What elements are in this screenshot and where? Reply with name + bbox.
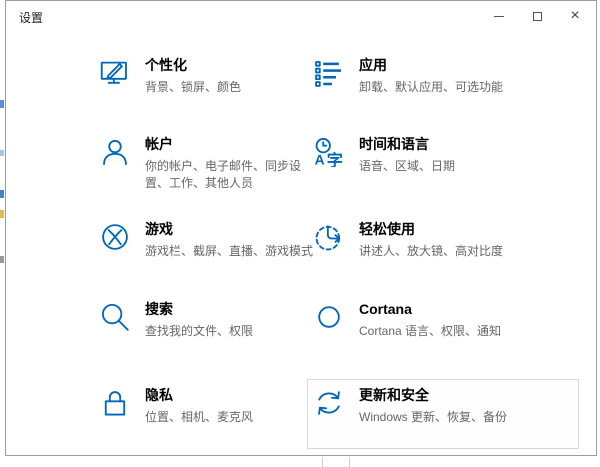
tile-personalization[interactable]: 个性化 背景、锁屏、颜色 (100, 57, 332, 96)
window-title: 设置 (19, 11, 44, 25)
tile-subtitle: 卸载、默认应用、可选功能 (359, 80, 504, 94)
update-security-icon (314, 388, 346, 420)
cortana-icon (314, 302, 346, 334)
tile-cortana[interactable]: Cortana Cortana 语言、权限、通知 (314, 301, 546, 340)
tile-title: 搜索 (145, 301, 173, 317)
tile-title: 个性化 (145, 57, 187, 73)
tile-subtitle: 游戏栏、截屏、直播、游戏模式 (145, 244, 314, 258)
tile-subtitle: 位置、相机、麦克风 (145, 410, 254, 424)
tile-title: 隐私 (145, 387, 173, 403)
tile-subtitle: Windows 更新、恢复、备份 (359, 410, 508, 424)
personalization-icon (100, 58, 132, 90)
tile-update-security[interactable]: 更新和安全 Windows 更新、恢复、备份 (314, 387, 546, 426)
desktop-icon-fragment (0, 190, 4, 198)
ease-of-access-icon (314, 222, 346, 254)
titlebar[interactable]: 设置 × (6, 1, 596, 31)
tile-subtitle: 你的帐户、电子邮件、同步设置、工作、其他人员 (145, 159, 302, 191)
tile-title: 轻松使用 (359, 221, 415, 237)
gaming-icon (100, 222, 132, 254)
tile-title: Cortana (359, 301, 412, 317)
svg-text:字: 字 (327, 151, 343, 167)
accounts-icon (100, 137, 132, 169)
search-icon (100, 302, 132, 334)
desktop-icon-fragment (0, 210, 4, 218)
tile-time-language[interactable]: A 字 时间和语言 语音、区域、日期 (314, 136, 546, 175)
desktop-icon-fragment (0, 150, 4, 156)
apps-icon (314, 58, 346, 90)
tile-ease-of-access[interactable]: 轻松使用 讲述人、放大镜、高对比度 (314, 221, 546, 260)
desktop-icon-fragment (0, 256, 4, 263)
settings-window: 设置 × 个性化 背景、锁屏、颜色 应用 卸载、默认应用、可选功能 帐户 你的帐… (5, 0, 597, 456)
tile-subtitle: 讲述人、放大镜、高对比度 (359, 244, 504, 258)
window-controls: × (480, 1, 594, 31)
tile-gaming[interactable]: 游戏 游戏栏、截屏、直播、游戏模式 (100, 221, 332, 260)
tile-title: 更新和安全 (359, 387, 429, 403)
taskbar-fragment (322, 457, 323, 467)
taskbar-fragment (349, 457, 350, 467)
tile-privacy[interactable]: 隐私 位置、相机、麦克风 (100, 387, 332, 426)
maximize-button[interactable] (518, 1, 556, 31)
minimize-icon (494, 15, 504, 17)
close-icon: × (570, 7, 580, 24)
svg-text:A: A (315, 152, 325, 167)
tile-subtitle: 查找我的文件、权限 (145, 324, 254, 338)
tile-accounts[interactable]: 帐户 你的帐户、电子邮件、同步设置、工作、其他人员 (100, 136, 332, 192)
tile-subtitle: 语音、区域、日期 (359, 159, 456, 173)
tile-search[interactable]: 搜索 查找我的文件、权限 (100, 301, 332, 340)
time-language-icon: A 字 (314, 137, 346, 169)
close-button[interactable]: × (556, 1, 594, 31)
tile-title: 帐户 (145, 136, 173, 152)
tile-subtitle: 背景、锁屏、颜色 (145, 80, 242, 94)
maximize-icon (532, 11, 542, 21)
privacy-icon (100, 388, 132, 420)
tile-title: 应用 (359, 57, 387, 73)
desktop-screen: 设置 × 个性化 背景、锁屏、颜色 应用 卸载、默认应用、可选功能 帐户 你的帐… (0, 0, 600, 467)
tile-title: 时间和语言 (359, 136, 429, 152)
minimize-button[interactable] (480, 1, 518, 31)
tile-title: 游戏 (145, 221, 173, 237)
tile-subtitle: Cortana 语言、权限、通知 (359, 324, 502, 338)
tile-apps[interactable]: 应用 卸载、默认应用、可选功能 (314, 57, 546, 96)
desktop-icon-fragment (0, 100, 4, 108)
